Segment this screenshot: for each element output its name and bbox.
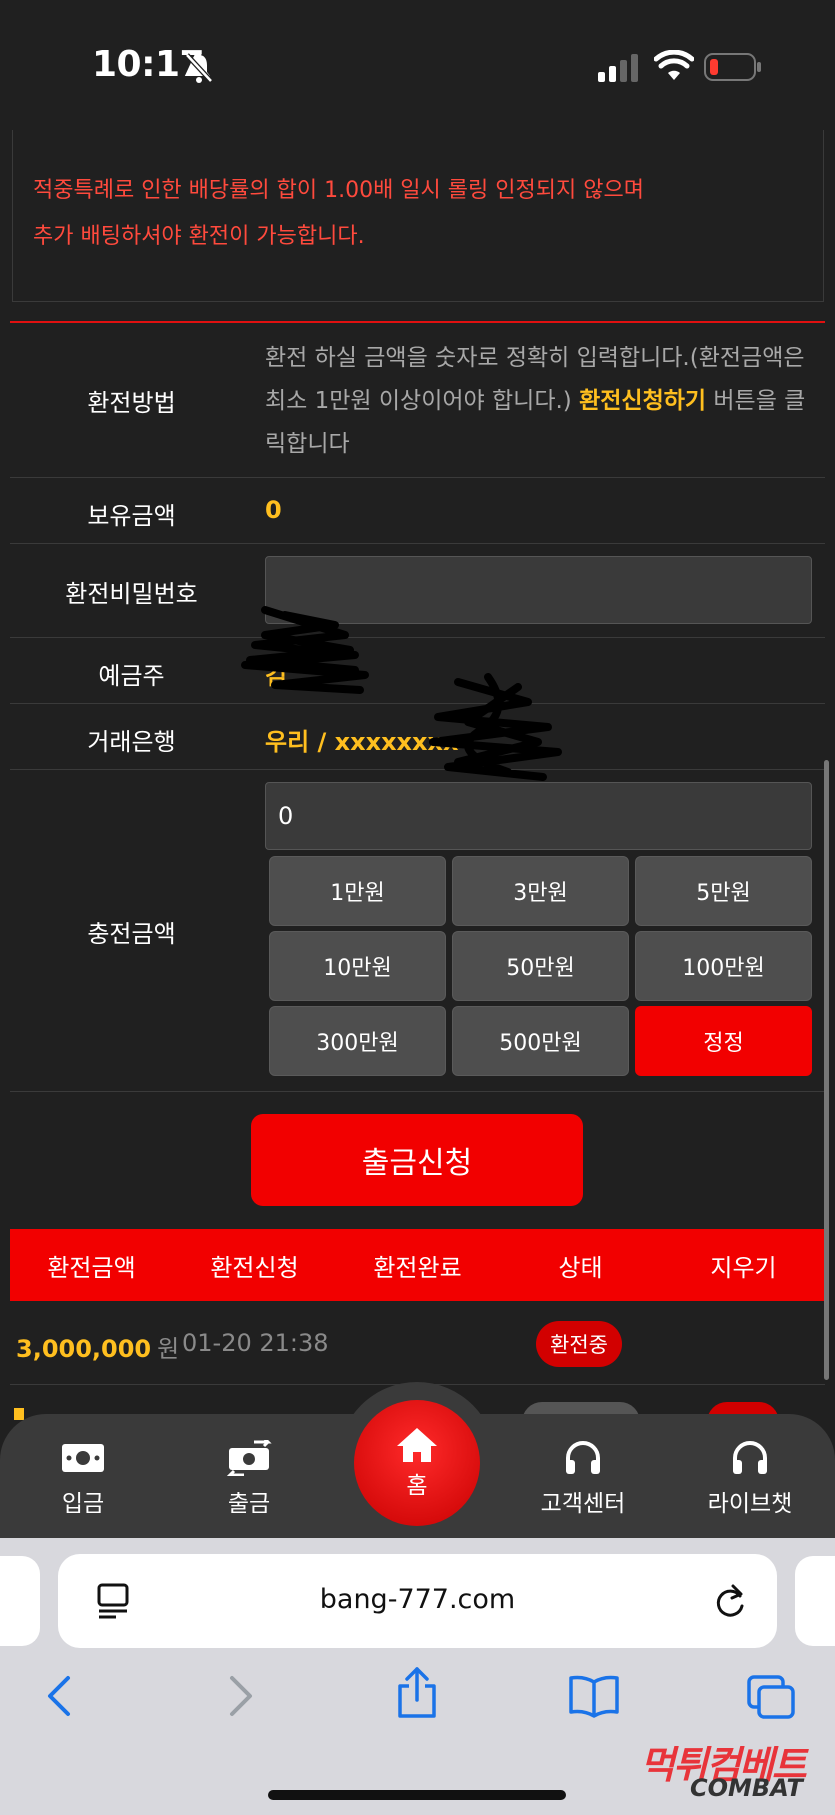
- row-method: 환전방법 환전 하실 금액을 숫자로 정확히 입력합니다.(환전금액은 최소 1…: [10, 323, 825, 478]
- previous-tab[interactable]: [0, 1556, 40, 1646]
- method-label: 환전방법: [87, 389, 176, 417]
- history-col-amount: 환전금액: [47, 1253, 136, 1282]
- url-text[interactable]: bang-777.com: [58, 1584, 777, 1615]
- row-amount: 충전금액 0 1만원 3만원 5만원 10만원 50만원 100만원 300만원…: [10, 770, 825, 1092]
- nav-livechat[interactable]: 라이브챗: [675, 1440, 825, 1518]
- history-header: 환전금액 환전신청 환전완료 상태 지우기: [10, 1229, 825, 1301]
- share-icon[interactable]: [396, 1666, 438, 1720]
- cash-exchange-icon: [226, 1440, 272, 1476]
- nav-home-label: 홈: [406, 1473, 428, 1499]
- notice-line-1: 적중특례로 인한 배당률의 합이 1.00배 일시 롤링 인정되지 않으며: [33, 178, 644, 203]
- amount-button-100k[interactable]: 10만원: [269, 931, 446, 1001]
- headset-icon: [733, 1441, 767, 1474]
- amount-button-500k[interactable]: 50만원: [452, 931, 629, 1001]
- nav-livechat-label: 라이브챗: [707, 1491, 793, 1517]
- amount-label: 충전금액: [87, 920, 176, 948]
- balance-label: 보유금액: [87, 502, 176, 530]
- history-col-status: 상태: [558, 1253, 603, 1282]
- method-highlight: 환전신청하기: [579, 388, 707, 414]
- holder-label: 예금주: [98, 662, 165, 690]
- tabs-icon[interactable]: [746, 1674, 796, 1720]
- withdraw-request-button[interactable]: 출금신청: [251, 1114, 583, 1206]
- notice-box: 적중특례로 인한 배당률의 합이 1.00배 일시 롤링 인정되지 않으며 추가…: [12, 130, 824, 302]
- next-tab[interactable]: [795, 1556, 835, 1646]
- history-col-completed: 환전완료: [373, 1253, 462, 1282]
- address-bar[interactable]: bang-777.com: [58, 1554, 777, 1648]
- history-amount: 3,000,000 원: [16, 1329, 179, 1364]
- nav-withdraw[interactable]: 출금: [174, 1440, 324, 1518]
- back-icon[interactable]: [44, 1674, 74, 1718]
- wifi-icon: [654, 50, 694, 80]
- balance-value: 0: [265, 496, 282, 524]
- history-col-requested: 환전신청: [210, 1253, 299, 1282]
- history-requested-time: 01-20 21:38: [182, 1329, 329, 1357]
- method-text: 환전 하실 금액을 숫자로 정확히 입력합니다.(환전금액은 최소 1만원 이상…: [265, 337, 825, 466]
- redaction-scribble: [241, 606, 369, 694]
- nav-support[interactable]: 고객센터: [508, 1440, 658, 1518]
- status-badge: 환전중: [536, 1321, 622, 1367]
- history-amount-value: 3,000,000: [16, 1335, 152, 1363]
- forward-icon[interactable]: [226, 1674, 256, 1718]
- table-row: 3,000,000 원 01-20 21:38 환전중: [10, 1301, 825, 1385]
- amount-button-1m[interactable]: 100만원: [635, 931, 812, 1001]
- status-bar: 10:17: [0, 0, 835, 130]
- amount-input[interactable]: 0: [265, 782, 812, 850]
- reload-icon[interactable]: [712, 1582, 748, 1620]
- battery-icon: [704, 53, 761, 81]
- amount-button-3m[interactable]: 300만원: [269, 1006, 446, 1076]
- cash-icon: [62, 1444, 104, 1472]
- amount-button-10k[interactable]: 1만원: [269, 856, 446, 926]
- headset-icon: [566, 1441, 600, 1474]
- amount-button-5m[interactable]: 500만원: [452, 1006, 629, 1076]
- history-amount-unit: 원: [157, 1335, 180, 1363]
- nav-withdraw-label: 출금: [227, 1491, 271, 1517]
- bookmarks-icon[interactable]: [568, 1674, 620, 1718]
- notice-line-2: 추가 배팅하셔야 환전이 가능합니다.: [33, 224, 365, 249]
- amount-buttons: 1만원 3만원 5만원 10만원 50만원 100만원 300만원 500만원 …: [269, 856, 812, 1076]
- nav-deposit[interactable]: 입금: [8, 1440, 158, 1518]
- nav-home[interactable]: 홈: [354, 1400, 480, 1526]
- nav-deposit-label: 입금: [61, 1491, 105, 1517]
- amount-button-50k[interactable]: 5만원: [635, 856, 812, 926]
- home-indicator: [268, 1790, 566, 1800]
- nav-support-label: 고객센터: [540, 1491, 626, 1517]
- row-balance: 보유금액 0: [10, 478, 825, 544]
- row-password: 환전비밀번호: [10, 544, 825, 638]
- home-icon: [397, 1428, 437, 1462]
- next-row-peek: [14, 1408, 24, 1420]
- history-col-delete: 지우기: [710, 1253, 777, 1282]
- amount-reset-button[interactable]: 정정: [635, 1006, 812, 1076]
- amount-button-30k[interactable]: 3만원: [452, 856, 629, 926]
- watermark-sub: COMBAT: [690, 1774, 803, 1802]
- page: 10:17 적중특례로 인한 배당률의 합이 1.00배 일시 롤링 인정되지 …: [0, 0, 835, 1815]
- scrollbar[interactable]: [824, 760, 829, 1380]
- password-label: 환전비밀번호: [65, 580, 198, 608]
- bell-muted-icon: [185, 53, 213, 83]
- bank-label: 거래은행: [87, 728, 176, 756]
- signal-icon: [598, 54, 638, 82]
